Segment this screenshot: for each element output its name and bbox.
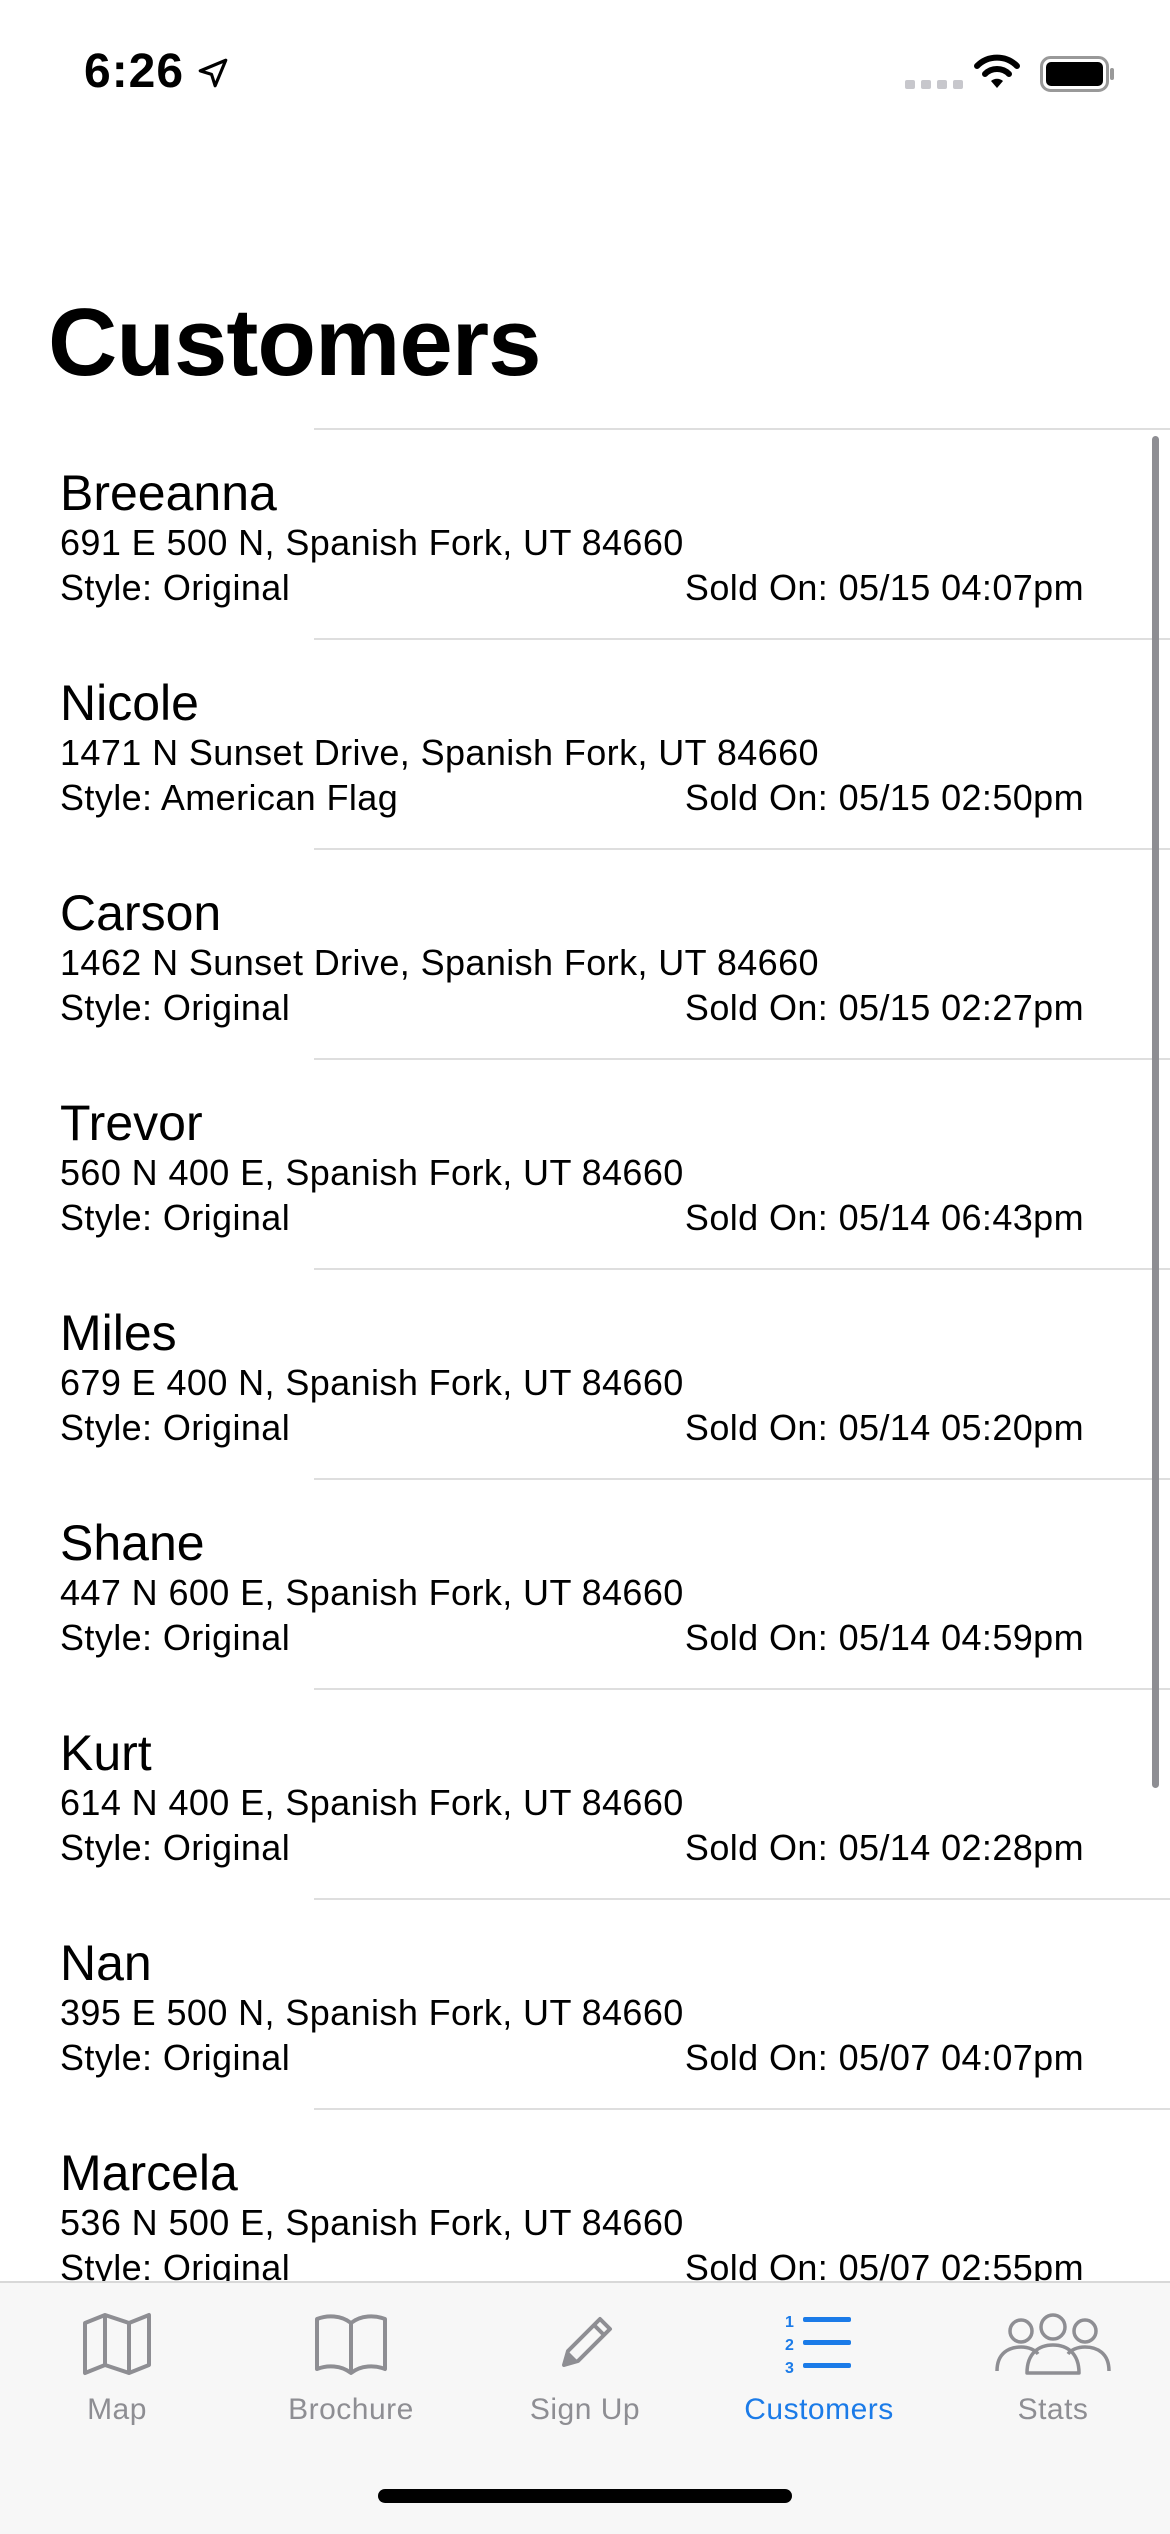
svg-text:3: 3 [785, 2360, 794, 2377]
customer-sold-on: Sold On: 05/07 04:07pm [684, 2037, 1084, 2078]
customer-sold-on: Sold On: 05/15 02:50pm [684, 777, 1084, 818]
tab-label: Map [87, 2393, 147, 2426]
customer-style: Style: Original [60, 1617, 291, 1658]
cellular-signal-icon [905, 80, 963, 89]
tab-label: Sign Up [529, 2393, 641, 2426]
svg-text:1: 1 [785, 2314, 794, 2331]
customer-row[interactable]: Miles 679 E 400 N, Spanish Fork, UT 8466… [0, 1270, 1170, 1480]
page-title: Customers [48, 289, 541, 396]
customer-sold-on: Sold On: 05/15 02:27pm [684, 987, 1084, 1028]
customer-name: Nicole [60, 675, 199, 731]
customer-style: Style: Original [60, 987, 291, 1028]
tab-label: Customers [744, 2393, 894, 2426]
customer-row[interactable]: Breeanna 691 E 500 N, Spanish Fork, UT 8… [0, 430, 1170, 640]
customer-sold-on: Sold On: 05/14 04:59pm [684, 1617, 1084, 1658]
tab-customers[interactable]: 1 2 3 Customers [702, 2283, 936, 2453]
tab-map[interactable]: Map [0, 2283, 234, 2453]
tab-label: Stats [1017, 2393, 1089, 2426]
status-bar: 6:26 [0, 0, 1170, 150]
location-arrow-icon [196, 56, 230, 95]
customer-name: Miles [60, 1305, 177, 1361]
customer-sold-on: Sold On: 05/15 04:07pm [684, 567, 1084, 608]
home-indicator[interactable] [378, 2489, 792, 2503]
customer-name: Shane [60, 1515, 205, 1571]
customer-address: 1471 N Sunset Drive, Spanish Fork, UT 84… [60, 732, 819, 773]
tab-brochure[interactable]: Brochure [234, 2283, 468, 2453]
customer-sold-on: Sold On: 05/14 06:43pm [684, 1197, 1084, 1238]
customer-row[interactable]: Nicole 1471 N Sunset Drive, Spanish Fork… [0, 640, 1170, 850]
status-time: 6:26 [84, 45, 185, 98]
customer-name: Nan [60, 1935, 152, 1991]
customer-name: Breeanna [60, 465, 277, 521]
customer-style: Style: Original [60, 1827, 291, 1868]
customer-style: Style: Original [60, 1407, 291, 1448]
customer-sold-on: Sold On: 05/14 02:28pm [684, 1827, 1084, 1868]
battery-icon [1040, 56, 1116, 97]
svg-text:2: 2 [785, 2337, 794, 2354]
customer-row[interactable]: Marcela 536 N 500 E, Spanish Fork, UT 84… [0, 2110, 1170, 2281]
customer-row[interactable]: Trevor 560 N 400 E, Spanish Fork, UT 846… [0, 1060, 1170, 1270]
customer-address: 614 N 400 E, Spanish Fork, UT 84660 [60, 1782, 684, 1823]
customer-address: 679 E 400 N, Spanish Fork, UT 84660 [60, 1362, 684, 1403]
customer-style: Style: Original [60, 2247, 291, 2281]
customer-address: 560 N 400 E, Spanish Fork, UT 84660 [60, 1152, 684, 1193]
scroll-indicator[interactable] [1152, 436, 1159, 1788]
customer-name: Kurt [60, 1725, 152, 1781]
customer-address: 1462 N Sunset Drive, Spanish Fork, UT 84… [60, 942, 819, 983]
customer-list[interactable]: Breeanna 691 E 500 N, Spanish Fork, UT 8… [0, 428, 1170, 2281]
customer-row[interactable]: Nan 395 E 500 N, Spanish Fork, UT 84660 … [0, 1900, 1170, 2110]
customer-sold-on: Sold On: 05/14 05:20pm [684, 1407, 1084, 1448]
customer-address: 536 N 500 E, Spanish Fork, UT 84660 [60, 2202, 684, 2243]
customer-address: 691 E 500 N, Spanish Fork, UT 84660 [60, 522, 684, 563]
customer-name: Marcela [60, 2145, 238, 2201]
customer-row[interactable]: Shane 447 N 600 E, Spanish Fork, UT 8466… [0, 1480, 1170, 1690]
customer-row[interactable]: Carson 1462 N Sunset Drive, Spanish Fork… [0, 850, 1170, 1060]
customer-row[interactable]: Kurt 614 N 400 E, Spanish Fork, UT 84660… [0, 1690, 1170, 1900]
tab-stats[interactable]: Stats [936, 2283, 1170, 2453]
wifi-icon [972, 52, 1022, 97]
customer-name: Carson [60, 885, 222, 941]
customer-style: Style: Original [60, 1197, 291, 1238]
customer-address: 447 N 600 E, Spanish Fork, UT 84660 [60, 1572, 684, 1613]
customer-style: Style: Original [60, 2037, 291, 2078]
customer-style: Style: American Flag [60, 777, 399, 818]
tab-sign-up[interactable]: Sign Up [468, 2283, 702, 2453]
customer-sold-on: Sold On: 05/07 02:55pm [684, 2247, 1084, 2281]
customer-name: Trevor [60, 1095, 203, 1151]
tab-label: Brochure [288, 2393, 414, 2426]
customer-style: Style: Original [60, 567, 291, 608]
customer-address: 395 E 500 N, Spanish Fork, UT 84660 [60, 1992, 684, 2033]
